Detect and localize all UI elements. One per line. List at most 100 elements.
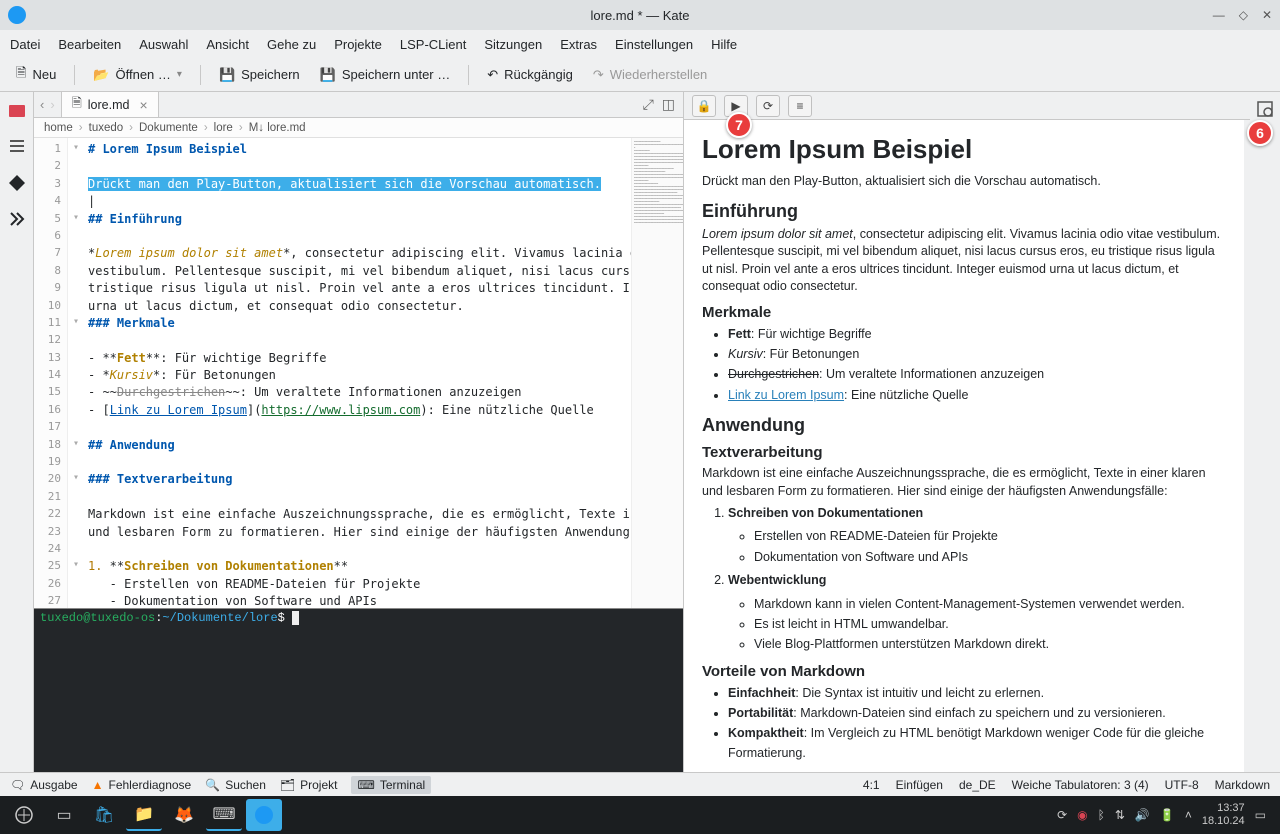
list-item: Link zu Lorem Ipsum: Eine nützliche Quel…	[728, 386, 1226, 405]
tray-chevron-icon[interactable]: ˄	[1185, 808, 1192, 822]
menu-projekte[interactable]: Projekte	[334, 37, 382, 52]
nav-back-icon[interactable]: ‹	[40, 97, 44, 112]
status-terminal[interactable]: ⌨Terminal	[351, 776, 431, 794]
start-menu-icon[interactable]	[6, 799, 42, 831]
editor-panel: ‹ › 🗎 lore.md × ⤢ ◫ home›tuxedo›Dokument…	[34, 92, 684, 772]
code-editor[interactable]: 1234567891011121314151617181920212223242…	[34, 138, 683, 608]
terminal-path: ~/Dokumente/lore	[162, 611, 277, 625]
document-tab[interactable]: 🗎 lore.md ×	[62, 92, 159, 117]
toolbar: 🗎Neu 📂Öffnen …▾ 💾Speichern 💾Speichern un…	[0, 58, 1280, 92]
syntax-mode[interactable]: Markdown	[1215, 778, 1270, 792]
insert-mode[interactable]: Einfügen	[896, 778, 943, 792]
tray-update-icon[interactable]: ⟳	[1057, 808, 1067, 822]
preview-toolbar: 🔒 ▶ ⟳ ≡	[684, 92, 1250, 120]
tab-close-icon[interactable]: ×	[139, 97, 147, 113]
open-button[interactable]: 📂Öffnen …▾	[87, 63, 188, 87]
menu-button[interactable]: ≡	[788, 95, 812, 117]
tray-clock[interactable]: 13:3718.10.24	[1202, 802, 1245, 827]
preview-h1: Lorem Ipsum Beispiel	[702, 134, 1226, 165]
task-view-icon[interactable]: ▭	[46, 799, 82, 831]
breadcrumb-segment[interactable]: Dokumente	[139, 122, 198, 134]
tray-battery-icon[interactable]: 🔋	[1160, 808, 1175, 822]
callout-badge-6: 6	[1247, 120, 1273, 146]
preview-panel: 🔒 ▶ ⟳ ≡ 7 Lorem Ipsum Beispiel Drückt ma…	[684, 92, 1250, 772]
status-search[interactable]: 🔍Suchen	[205, 776, 266, 794]
menu-extras[interactable]: Extras	[560, 37, 597, 52]
terminal-user: tuxedo@tuxedo-os	[40, 611, 155, 625]
terminal-icon: ⌨	[357, 778, 374, 792]
breadcrumb-segment[interactable]: home	[44, 122, 73, 134]
list-item: Fett: Für wichtige Begriffe	[728, 325, 1226, 344]
kate-app-icon	[8, 6, 26, 24]
preview-intro: Drückt man den Play-Button, aktualisiert…	[702, 173, 1226, 191]
preview-content[interactable]: Lorem Ipsum Beispiel Drückt man den Play…	[684, 120, 1250, 772]
menu-einstellungen[interactable]: Einstellungen	[615, 37, 693, 52]
nav-fwd-icon[interactable]: ›	[50, 97, 54, 112]
split-view-icon[interactable]: ◫	[662, 96, 675, 113]
refresh-button[interactable]: ⟳	[756, 95, 780, 117]
menu-sitzungen[interactable]: Sitzungen	[484, 37, 542, 52]
list-item: Kursiv: Für Betonungen	[728, 345, 1226, 364]
lsp-symbols-icon[interactable]	[6, 208, 28, 230]
warning-icon: ▲	[92, 778, 104, 792]
menu-gehe zu[interactable]: Gehe zu	[267, 37, 316, 52]
status-output[interactable]: 🗨Ausgabe	[10, 776, 78, 794]
lock-button[interactable]: 🔒	[692, 95, 716, 117]
minimap[interactable]: ▬▬▬▬▬▬▬▬▬▬▬▬▬▬▬▬▬▬▬▬▬▬▬▬▬▬▬▬▬▬▬▬▬▬▬▬▬▬▬▬…	[631, 138, 683, 608]
window-title: lore.md * — Kate	[591, 8, 690, 23]
save-as-icon: 💾	[320, 67, 336, 83]
spell-lang[interactable]: de_DE	[959, 778, 996, 792]
taskbar-kate-icon[interactable]	[246, 799, 282, 831]
taskbar-discover-icon[interactable]: 🛍	[86, 799, 122, 831]
git-icon[interactable]	[6, 172, 28, 194]
menu-lsp-client[interactable]: LSP-CLient	[400, 37, 466, 52]
redo-icon: ↷	[593, 67, 604, 83]
documents-icon[interactable]	[6, 136, 28, 158]
save-button[interactable]: 💾Speichern	[213, 63, 306, 87]
close-window-button[interactable]: ✕	[1262, 8, 1272, 22]
status-project[interactable]: 🗂Projekt	[280, 776, 338, 794]
menu-datei[interactable]: Datei	[10, 37, 40, 52]
save-as-button[interactable]: 💾Speichern unter …	[314, 63, 457, 87]
preview-link[interactable]: Link zu Lorem Ipsum	[728, 388, 844, 402]
tab-width[interactable]: Weiche Tabulatoren: 3 (4)	[1012, 778, 1149, 792]
callout-badge-7: 7	[726, 112, 752, 138]
search-icon: 🔍	[205, 778, 220, 792]
undo-icon: ↶	[487, 67, 498, 83]
tray-volume-icon[interactable]: 🔊	[1135, 808, 1150, 822]
open-icon: 📂	[93, 67, 109, 83]
project-icon: 🗂	[280, 778, 295, 792]
terminal-panel[interactable]: tuxedo@tuxedo-os:~/Dokumente/lore$	[34, 608, 683, 772]
tray-tuxedo-icon[interactable]: ◉	[1077, 808, 1087, 822]
breadcrumb[interactable]: home›tuxedo›Dokumente›lore›M↓ lore.md	[34, 118, 683, 138]
cursor-position[interactable]: 4:1	[863, 778, 880, 792]
filesystem-icon[interactable]	[6, 100, 28, 122]
taskbar-files-icon[interactable]: 📁	[126, 799, 162, 831]
orientation-icon[interactable]: ⤢	[643, 96, 654, 113]
tab-label: lore.md	[88, 98, 130, 112]
menu-ansicht[interactable]: Ansicht	[206, 37, 249, 52]
breadcrumb-segment[interactable]: M↓ lore.md	[249, 122, 306, 134]
tray-bluetooth-icon[interactable]: ᛒ	[1098, 808, 1105, 822]
breadcrumb-segment[interactable]: lore	[214, 122, 233, 134]
redo-button[interactable]: ↷Wiederherstellen	[587, 63, 713, 87]
tray-peek-icon[interactable]: ▭	[1255, 808, 1266, 822]
breadcrumb-segment[interactable]: tuxedo	[89, 122, 124, 134]
right-sidebar: 6	[1250, 92, 1280, 772]
menu-bearbeiten[interactable]: Bearbeiten	[58, 37, 121, 52]
menu-hilfe[interactable]: Hilfe	[711, 37, 737, 52]
encoding[interactable]: UTF-8	[1165, 778, 1199, 792]
minimize-button[interactable]: —	[1213, 8, 1225, 22]
menu-auswahl[interactable]: Auswahl	[139, 37, 188, 52]
undo-button[interactable]: ↶Rückgängig	[481, 63, 579, 87]
menubar: Datei Bearbeiten Auswahl Ansicht Gehe zu Proj…	[0, 30, 1280, 58]
new-button[interactable]: 🗎Neu	[10, 60, 62, 90]
taskbar-firefox-icon[interactable]: 🦊	[166, 799, 202, 831]
taskbar: ▭ 🛍 📁 🦊 ⌨ ⟳ ◉ ᛒ ⇅ 🔊 🔋 ˄ 13:3718.10.24 ▭	[0, 796, 1280, 834]
maximize-button[interactable]: ◇	[1239, 8, 1248, 22]
status-diagnostics[interactable]: ▲Fehlerdiagnose	[92, 776, 192, 794]
statusbar: 🗨Ausgabe ▲Fehlerdiagnose 🔍Suchen 🗂Projek…	[0, 772, 1280, 796]
tray-network-icon[interactable]: ⇅	[1115, 808, 1125, 822]
markdown-file-icon: 🗎	[72, 94, 82, 115]
taskbar-konsole-icon[interactable]: ⌨	[206, 799, 242, 831]
